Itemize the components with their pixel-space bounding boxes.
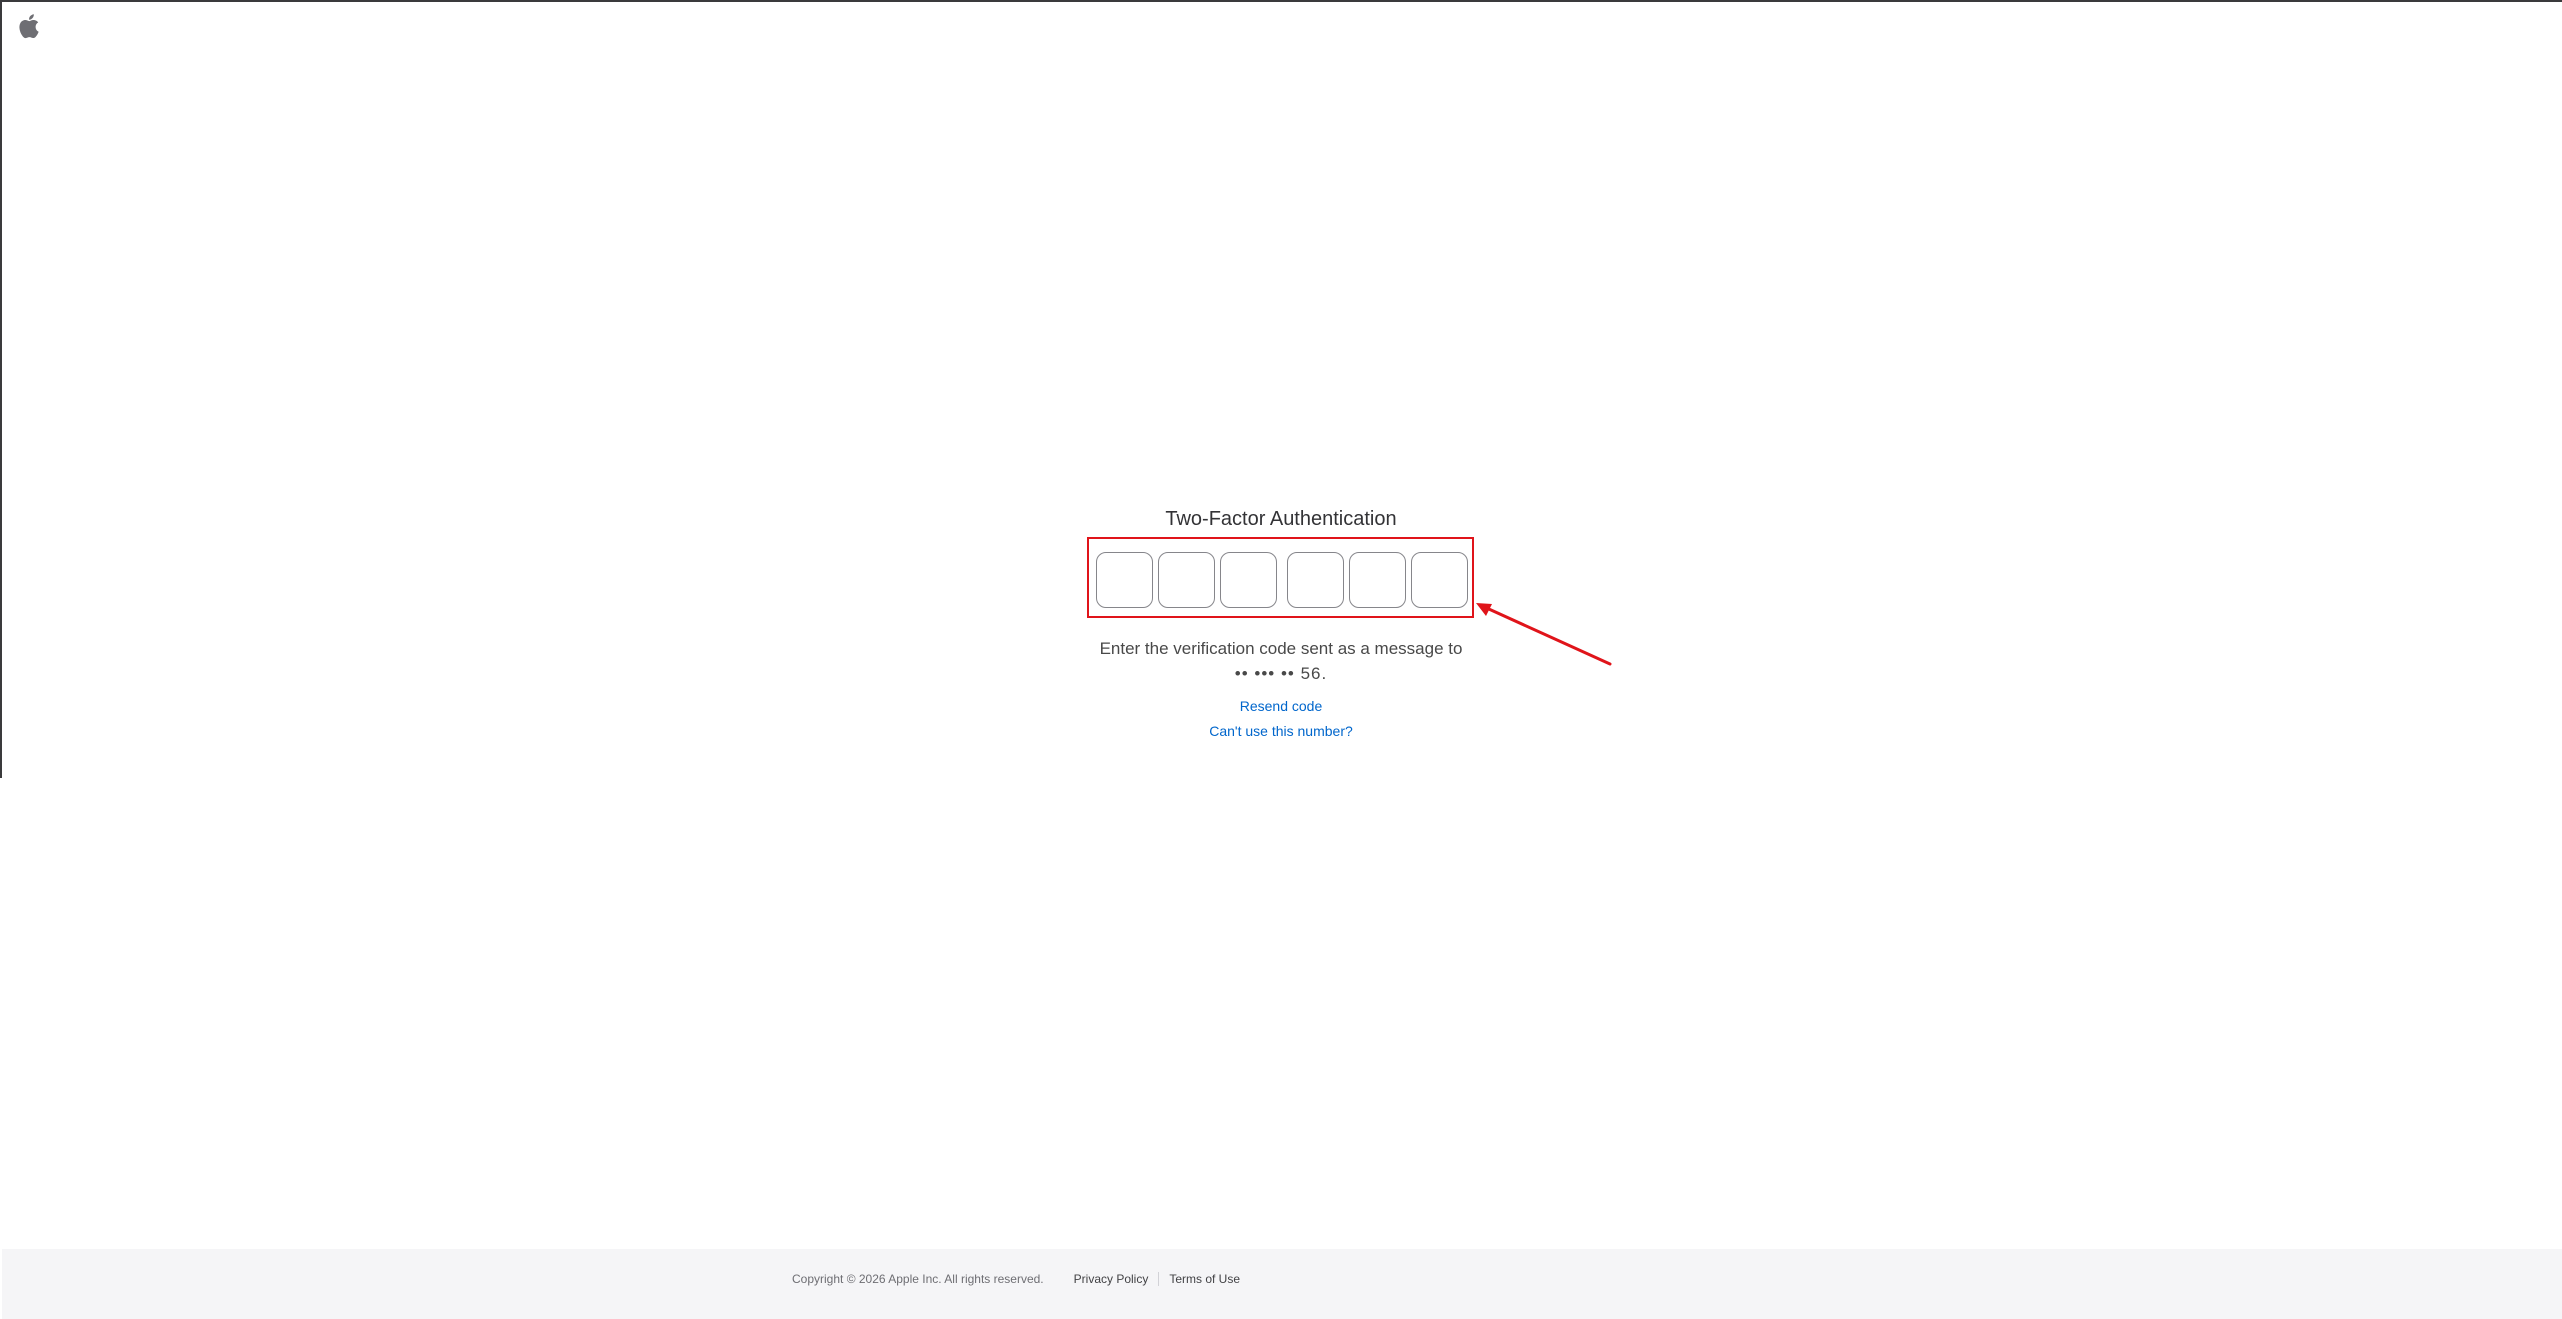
verification-instructions: Enter the verification code sent as a me… (0, 636, 2562, 686)
code-digit-1-input[interactable] (1096, 552, 1153, 608)
code-digit-2-input[interactable] (1158, 552, 1215, 608)
terms-of-use-link[interactable]: Terms of Use (1169, 1272, 1240, 1286)
page: Two-Factor Authentication Enter the veri… (0, 0, 2562, 1319)
copyright-text: Copyright © 2026 Apple Inc. All rights r… (792, 1272, 1044, 1286)
code-digit-4-input[interactable] (1287, 552, 1344, 608)
footer-divider (1158, 1272, 1160, 1286)
masked-phone-number: •• ••• •• 56. (1234, 664, 1328, 683)
code-digit-6-input[interactable] (1411, 552, 1468, 608)
apple-logo-icon[interactable] (16, 12, 40, 40)
privacy-policy-link[interactable]: Privacy Policy (1074, 1272, 1149, 1286)
code-digit-5-input[interactable] (1349, 552, 1406, 608)
page-title: Two-Factor Authentication (1165, 508, 1397, 530)
cant-use-number-link[interactable]: Can't use this number? (0, 721, 2562, 741)
window-frame-top (0, 0, 2562, 2)
code-digit-3-input[interactable] (1220, 552, 1277, 608)
resend-code-link[interactable]: Resend code (0, 696, 2562, 716)
footer: Copyright © 2026 Apple Inc. All rights r… (2, 1249, 2562, 1319)
footer-content: Copyright © 2026 Apple Inc. All rights r… (792, 1269, 1240, 1289)
instruction-line: Enter the verification code sent as a me… (1099, 639, 1463, 658)
